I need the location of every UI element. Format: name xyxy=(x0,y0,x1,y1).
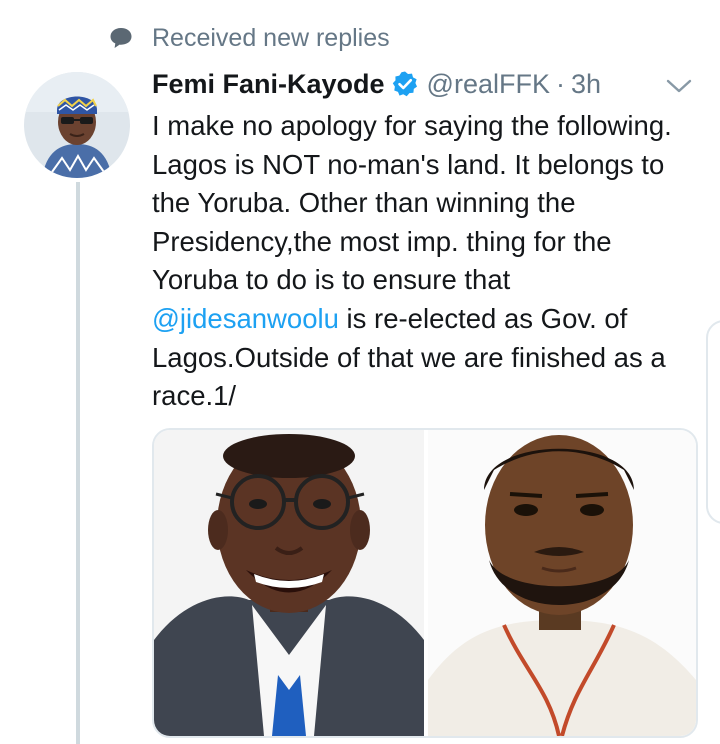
tweet-media[interactable] xyxy=(152,428,698,738)
received-replies-text: Received new replies xyxy=(152,23,390,52)
chat-bubble-icon xyxy=(110,28,132,48)
tweet-time[interactable]: 3h xyxy=(571,69,601,100)
author-name[interactable]: Femi Fani-Kayode xyxy=(152,69,385,100)
tweet-text-part-1: I make no apology for saying the followi… xyxy=(152,110,672,296)
tweet-text: I make no apology for saying the followi… xyxy=(152,107,700,416)
verified-badge-icon xyxy=(392,71,417,97)
next-card-edge xyxy=(706,320,720,524)
received-replies-notice[interactable]: Received new replies xyxy=(108,22,390,54)
avatar[interactable] xyxy=(24,72,130,178)
header-separator: · xyxy=(555,68,565,99)
mention-link[interactable]: @jidesanwoolu xyxy=(152,303,339,334)
tweet-header: Femi Fani-Kayode @realFFK · 3h xyxy=(152,64,601,104)
chevron-down-icon[interactable] xyxy=(664,74,694,98)
thread-connector-line xyxy=(76,182,80,744)
media-photo-right[interactable] xyxy=(428,430,696,736)
media-photo-left[interactable] xyxy=(154,430,424,736)
tweet-screen: Received new replies Femi Fani-Kayode @r… xyxy=(0,0,720,744)
author-handle[interactable]: @realFFK xyxy=(427,69,550,100)
